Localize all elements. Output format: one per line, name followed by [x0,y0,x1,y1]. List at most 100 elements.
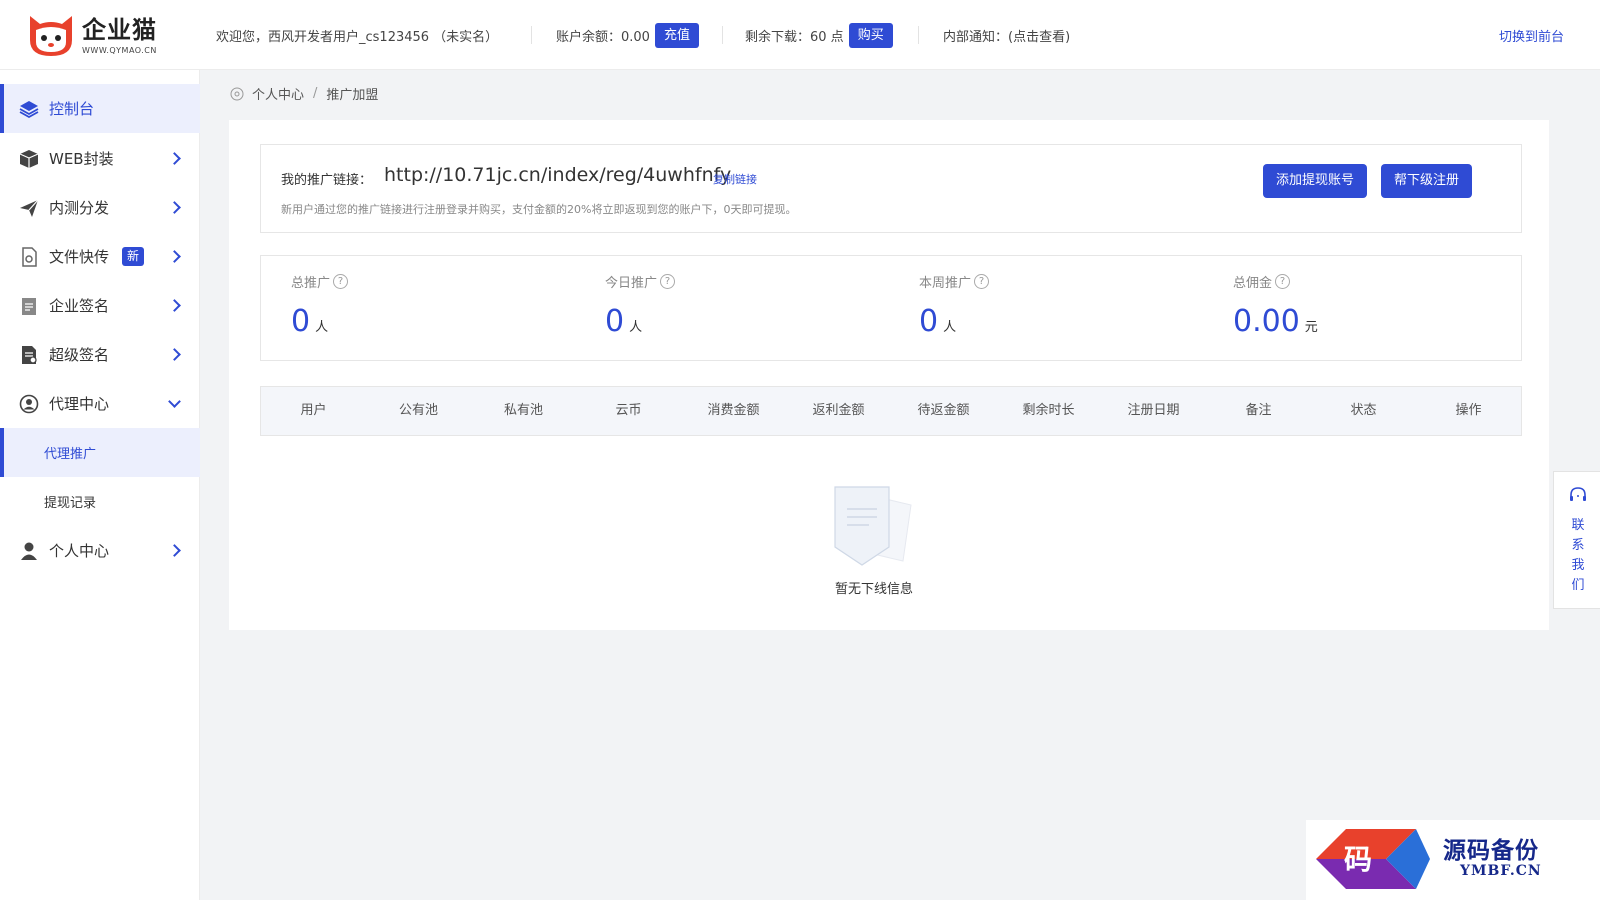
contact-us-tab[interactable]: 联系我们 [1553,471,1600,609]
downloads-label: 剩余下载：60 点 [745,29,844,45]
watermark-glyph: 码 [1344,843,1372,876]
sidebar-subitem-withdraw-records[interactable]: 提现记录 [0,477,200,526]
sidebar-item-label: 企业签名 [49,297,110,315]
logo-title: 企业猫 [82,15,157,44]
help-icon[interactable]: ? [974,274,990,289]
welcome-text: 欢迎您，西风开发者用户_cs123456 （未实名） [216,29,499,45]
help-icon[interactable]: ? [1275,274,1291,289]
sidebar-item-label: 内测分发 [49,199,110,217]
stat-unit: 人 [943,320,957,335]
cat-logo-icon [30,16,72,56]
watermark-logo: 码 源码备份 YMBF.CN [1306,820,1600,900]
chevron-right-icon [168,250,181,263]
switch-frontend-link[interactable]: 切换到前台 [1499,0,1564,70]
header-divider [918,26,919,44]
balance-label: 账户余额：0.00 [556,29,650,45]
watermark-emblem-icon: 码 [1316,829,1430,889]
stat-unit: 人 [629,320,643,335]
sidebar-item-label: WEB封装 [49,150,114,168]
sidebar-item-personal-center[interactable]: 个人中心 [0,526,200,575]
sidebar-item-label: 文件快传 [49,248,110,266]
top-header: 企业猫 WWW.QYMAO.CN 欢迎您，西风开发者用户_cs123456 （未… [0,0,1600,70]
column-header: 状态 [1350,403,1377,418]
agent-icon [19,394,39,413]
promo-link-url[interactable]: http://10.71jc.cn/index/reg/4uwhfnfy [384,164,731,186]
stat-unit: 元 [1304,320,1318,335]
stat-label: 本周推广 [919,276,972,291]
buy-button[interactable]: 购买 [848,22,893,48]
main-card: 我的推广链接： http://10.71jc.cn/index/reg/4uwh… [229,120,1549,630]
column-header: 私有池 [503,403,543,418]
user-icon [21,542,37,560]
file-icon [22,246,37,267]
sidebar-item-web-wrap[interactable]: WEB封装 [0,134,200,183]
column-header: 操作 [1455,403,1482,418]
sidebar-item-file-transfer[interactable]: 文件快传 新 [0,232,200,281]
notice-link[interactable]: 内部通知：(点击查看) [943,0,1070,70]
stat-unit: 人 [315,320,329,335]
location-pin-icon [230,87,244,100]
empty-state-text: 暂无下线信息 [834,582,913,597]
sidebar-item-beta-distribution[interactable]: 内测分发 [0,183,200,232]
promo-link-label: 我的推广链接： [281,173,373,188]
breadcrumb: 个人中心 / 推广加盟 [230,84,378,103]
document-icon [22,345,37,364]
breadcrumb-parent[interactable]: 个人中心 [252,84,304,103]
add-withdraw-account-button[interactable]: 添加提现账号 [1263,164,1368,198]
new-badge: 新 [122,247,145,266]
watermark-domain: YMBF.CN [1460,863,1542,879]
chevron-right-icon [168,348,181,361]
chevron-down-icon [168,395,181,408]
recharge-button[interactable]: 充值 [654,22,699,48]
column-header: 备注 [1245,403,1272,418]
stat-value: 0 [291,304,311,339]
promo-link-panel: 我的推广链接： http://10.71jc.cn/index/reg/4uwh… [260,144,1522,233]
chevron-right-icon [168,544,181,557]
sidebar-item-dashboard[interactable]: 控制台 [0,84,200,133]
promo-description: 新用户通过您的推广链接进行注册登录并购买，支付金额的20%将立即返现到您的账户下… [281,203,797,216]
contact-us-label: 联系我们 [1571,518,1585,593]
stat-value: 0 [919,304,939,339]
column-header: 返利金额 [812,403,865,418]
clipboard-icon [22,297,36,315]
balance-group: 账户余额：0.00 充值 [556,0,699,70]
sidebar-item-agent-center[interactable]: 代理中心 [0,379,200,428]
chevron-right-icon [168,201,181,214]
logo[interactable]: 企业猫 WWW.QYMAO.CN [26,12,157,58]
stat-label: 今日推广 [605,276,658,291]
breadcrumb-current: 推广加盟 [326,88,379,103]
column-header: 消费金额 [707,403,760,418]
downloads-group: 剩余下载：60 点 购买 [745,0,893,70]
column-header: 注册日期 [1127,403,1180,418]
register-subordinate-button[interactable]: 帮下级注册 [1381,164,1473,198]
column-header: 云币 [615,403,642,418]
header-divider [531,26,532,44]
help-icon[interactable]: ? [660,274,676,289]
sidebar-item-super-sign[interactable]: 超级签名 [0,330,200,379]
chevron-right-icon [168,152,181,165]
chevron-right-icon [168,299,181,312]
help-icon[interactable]: ? [333,274,349,289]
table-header: 用户 公有池 私有池 云币 消费金额 返利金额 待返金额 剩余时长 注册日期 备… [260,386,1522,436]
stat-label: 总佣金 [1233,276,1273,291]
copy-link-button[interactable]: 复制链接 [713,171,757,187]
column-header: 用户 [300,403,327,418]
sidebar-item-label: 个人中心 [49,542,110,560]
sidebar-subitem-agent-promotion[interactable]: 代理推广 [0,428,200,477]
sidebar-subitem-label: 提现记录 [44,496,97,511]
sidebar-item-label: 超级签名 [49,346,110,364]
watermark-title: 源码备份 [1443,837,1539,864]
sidebar-item-enterprise-sign[interactable]: 企业签名 [0,281,200,330]
layers-icon [19,100,39,118]
column-header: 公有池 [398,403,438,418]
sidebar: 控制台 WEB封装 内测分发 文件快传 新 企业签名 超级签名 代理中心 代理推… [0,70,200,900]
breadcrumb-separator: / [313,86,318,101]
stat-value: 0 [605,304,625,339]
sidebar-subitem-label: 代理推广 [44,447,97,462]
box-icon [19,149,39,168]
sidebar-item-label: 代理中心 [49,395,110,413]
send-icon [20,199,39,217]
column-header: 剩余时长 [1022,403,1075,418]
stat-label: 总推广 [291,276,331,291]
column-header: 待返金额 [917,403,970,418]
